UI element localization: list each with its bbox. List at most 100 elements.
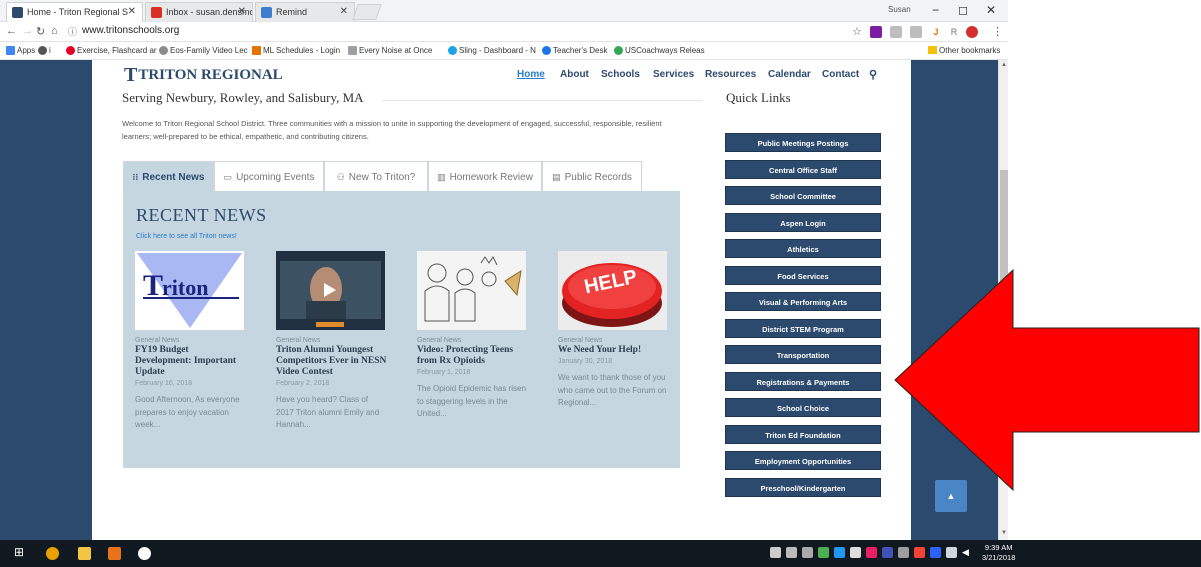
reload-icon[interactable]: ↻	[36, 25, 45, 38]
quick-link-visual-arts[interactable]: Visual & Performing Arts	[725, 292, 881, 311]
tray-icon[interactable]	[930, 547, 941, 558]
close-icon[interactable]: ✕	[128, 6, 136, 17]
file-explorer-icon[interactable]	[78, 547, 91, 560]
browser-tab-remind[interactable]: Remind ✕	[255, 2, 355, 22]
news-thumbnail[interactable]: HELP	[558, 251, 667, 330]
extension-r-icon[interactable]: R	[948, 26, 960, 38]
news-card[interactable]: T riton General News FY19 Budget Develop…	[135, 251, 247, 432]
windows-start-icon[interactable]: ⊞	[14, 545, 27, 559]
extension-j-icon[interactable]: J	[930, 26, 942, 38]
quick-link-transportation[interactable]: Transportation	[725, 345, 881, 364]
tray-icon[interactable]	[850, 547, 861, 558]
tray-icon[interactable]	[818, 547, 829, 558]
extension-icon[interactable]	[910, 26, 922, 38]
bookmark-item[interactable]: Every Noise at Once	[348, 46, 432, 55]
tray-icon[interactable]	[834, 547, 845, 558]
nav-services[interactable]: Services	[653, 69, 694, 80]
tab-upcoming-events[interactable]: ▭ Upcoming Events	[214, 161, 324, 191]
news-card[interactable]: General News Video: Protecting Teens fro…	[417, 251, 529, 421]
page-content: TTRITON REGIONAL Home About Schools Serv…	[92, 60, 911, 540]
home-icon[interactable]: ⌂	[51, 25, 58, 37]
minimize-icon[interactable]: −	[932, 3, 939, 17]
tab-title: Remind	[276, 7, 308, 17]
quick-link-stem[interactable]: District STEM Program	[725, 318, 881, 338]
onenote-extension-icon[interactable]	[870, 26, 882, 38]
forward-icon[interactable]: →	[22, 25, 33, 37]
new-tab-button[interactable]	[352, 4, 382, 20]
bookmark-item[interactable]: Exercise, Flashcard ar	[66, 46, 157, 55]
bookmark-apps[interactable]: Apps	[6, 46, 35, 55]
address-bar[interactable]: ⓘ www.tritonschools.org	[68, 25, 868, 40]
search-icon[interactable]: ⚲	[869, 68, 877, 81]
site-logo[interactable]: TTRITON REGIONAL	[124, 64, 283, 87]
tray-icon[interactable]	[914, 547, 925, 558]
quick-link-school-committee[interactable]: School Committee	[725, 186, 881, 205]
bookmark-item[interactable]: i	[38, 46, 51, 55]
tab-homework-review[interactable]: ▥ Homework Review	[428, 161, 542, 191]
nav-calendar[interactable]: Calendar	[768, 69, 811, 80]
tray-icon[interactable]	[882, 547, 893, 558]
quick-link-school-choice[interactable]: School Choice	[725, 398, 881, 417]
extension-icon[interactable]	[890, 26, 902, 38]
quick-link-registrations[interactable]: Registrations & Payments	[725, 371, 881, 391]
news-title[interactable]: Triton Alumni Youngest Competitors Ever …	[276, 345, 388, 378]
profile-name[interactable]: Susan	[888, 5, 911, 14]
quick-link-ed-foundation[interactable]: Triton Ed Foundation	[725, 424, 881, 444]
quick-link-aspen-login[interactable]: Aspen Login	[725, 212, 881, 232]
close-icon[interactable]: ✕	[238, 6, 246, 17]
quick-link-central-office[interactable]: Central Office Staff	[725, 159, 881, 179]
other-bookmarks[interactable]: Other bookmarks	[928, 46, 1000, 55]
tab-recent-news[interactable]: ⁝⁝ Recent News	[123, 161, 214, 191]
news-card[interactable]: HELP General News We Need Your Help! Jan…	[558, 251, 670, 410]
info-icon[interactable]: ⓘ	[68, 25, 77, 38]
quick-link-food-services[interactable]: Food Services	[725, 265, 881, 285]
nav-home[interactable]: Home	[517, 69, 545, 80]
news-title[interactable]: FY19 Budget Development: Important Updat…	[135, 345, 247, 378]
news-title[interactable]: Video: Protecting Teens from Rx Opioids	[417, 345, 529, 367]
back-icon[interactable]: ←	[6, 25, 17, 37]
star-icon[interactable]: ☆	[852, 25, 862, 38]
nav-schools[interactable]: Schools	[601, 69, 640, 80]
news-title[interactable]: We Need Your Help!	[558, 345, 670, 356]
tray-icon[interactable]	[786, 547, 797, 558]
close-icon[interactable]: ✕	[340, 6, 348, 17]
quick-link-preschool[interactable]: Preschool/Kindergarten	[725, 477, 881, 497]
bookmark-item[interactable]: Eos-Family Video Lec	[159, 46, 248, 55]
close-window-icon[interactable]: ✕	[986, 3, 996, 17]
news-category: General News	[135, 337, 180, 344]
see-all-news-link[interactable]: Click here to see all Triton news!	[136, 233, 237, 240]
app-icon[interactable]	[108, 547, 121, 560]
tray-icon[interactable]	[898, 547, 909, 558]
news-card[interactable]: General News Triton Alumni Youngest Comp…	[276, 251, 388, 432]
news-thumbnail[interactable]	[276, 251, 385, 330]
quick-link-public-meetings[interactable]: Public Meetings Postings	[725, 133, 881, 152]
menu-icon[interactable]: ⋮	[992, 25, 1003, 38]
news-thumbnail[interactable]: T riton	[135, 251, 244, 330]
news-thumbnail[interactable]	[417, 251, 526, 330]
tray-icon[interactable]	[770, 547, 781, 558]
quick-link-employment[interactable]: Employment Opportunities	[725, 451, 881, 470]
network-icon[interactable]	[946, 547, 957, 558]
bookmark-item[interactable]: USCoachways Releas	[614, 46, 705, 55]
tab-public-records[interactable]: ▤ Public Records	[542, 161, 642, 191]
maximize-icon[interactable]: ◻	[958, 3, 968, 17]
quick-link-athletics[interactable]: Athletics	[725, 239, 881, 258]
nav-resources[interactable]: Resources	[705, 69, 756, 80]
scroll-up-icon[interactable]: ▲	[1001, 62, 1007, 68]
tab-new-to-triton[interactable]: ⚇ New To Triton?	[324, 161, 428, 191]
bookmark-item[interactable]: ML Schedules - Login	[252, 46, 340, 55]
tray-icon[interactable]	[802, 547, 813, 558]
taskbar-clock[interactable]: 9:39 AM 3/21/2018	[982, 543, 1015, 563]
chrome-icon[interactable]	[46, 547, 59, 560]
adblock-icon[interactable]	[966, 26, 978, 38]
browser-tab-gmail[interactable]: Inbox - susan.densmore@ ✕	[145, 2, 253, 22]
scroll-down-icon[interactable]: ▼	[1001, 530, 1007, 536]
nav-about[interactable]: About	[560, 69, 589, 80]
bookmark-item[interactable]: Teacher's Desk	[542, 46, 607, 55]
volume-icon[interactable]: ◀	[962, 547, 973, 558]
tray-icon[interactable]	[866, 547, 877, 558]
app-icon[interactable]	[138, 547, 151, 560]
bookmark-item[interactable]: Sling - Dashboard - N	[448, 46, 536, 55]
nav-contact[interactable]: Contact	[822, 69, 859, 80]
browser-tab-triton[interactable]: Home - Triton Regional S ✕	[6, 2, 143, 22]
